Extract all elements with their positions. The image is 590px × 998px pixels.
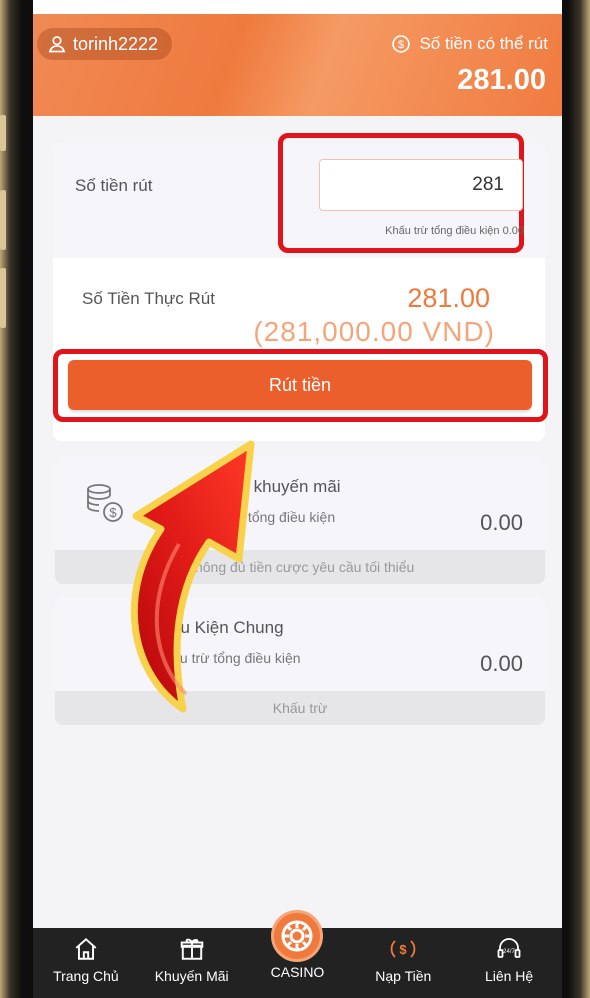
nav-item-label: Liên Hệ <box>484 968 534 984</box>
actual-withdraw-label: Số Tiền Thực Rút <box>82 289 215 308</box>
withdraw-amount-input[interactable] <box>319 159 523 211</box>
general-condition-value: 0.00 <box>480 651 523 676</box>
balance-value: 281.00 <box>457 64 546 96</box>
promo-condition-value: 0.00 <box>480 510 523 535</box>
svg-text:24/7: 24/7 <box>503 949 515 955</box>
balance-label-text: Số tiền có thể rút <box>419 34 548 53</box>
nav-item-label: CASINO <box>270 964 325 980</box>
phone-side-button <box>0 115 6 151</box>
username: torinh2222 <box>73 33 159 54</box>
account-header: torinh2222 $ Số tiền có thể rút 281.00 <box>33 14 562 116</box>
deposit-icon: $ <box>391 940 416 958</box>
balance-label: $ Số tiền có thể rút <box>391 34 548 54</box>
curved-arrow-icon <box>130 440 255 713</box>
casino-button-circle <box>271 910 324 962</box>
status-strip <box>33 0 562 14</box>
app-screen: torinh2222 $ Số tiền có thể rút 281.00 S… <box>33 0 562 998</box>
support-24-7-icon: 24/7 <box>497 938 521 958</box>
dollar-coin-icon: $ <box>392 35 411 53</box>
home-icon <box>75 937 97 960</box>
withdraw-button[interactable]: Rút tiền <box>68 360 532 410</box>
amount-label: Số tiền rút <box>75 176 153 195</box>
nav-item-label: Nạp Tiền <box>375 968 432 984</box>
svg-text:$: $ <box>400 942 408 957</box>
phone-volume-button <box>0 190 6 250</box>
actual-withdraw-amount: 281.00 <box>407 283 490 313</box>
nav-item-home[interactable]: Trang Chủ <box>33 928 139 998</box>
nav-item-label: Khuyến Mãi <box>154 968 229 984</box>
bottom-nav: Trang Chủ Khuyến Mãi CASINO $ Nạp Tiền 2… <box>33 910 562 998</box>
nav-item-promotions[interactable]: Khuyến Mãi <box>139 928 245 998</box>
user-icon <box>48 36 66 53</box>
phone-volume-button <box>0 268 6 328</box>
nav-item-contact[interactable]: 24/7 Liên Hệ <box>456 928 562 998</box>
casino-chip-icon <box>281 920 313 952</box>
actual-withdraw-vnd: (281,000.00 VND) <box>253 316 495 347</box>
nav-item-casino[interactable]: CASINO <box>245 910 351 998</box>
gift-icon <box>180 938 203 960</box>
user-pill[interactable]: torinh2222 <box>37 28 173 60</box>
nav-item-label: Trang Chủ <box>53 968 119 984</box>
deduct-note: Khấu trừ tổng điều kiện 0.00 <box>385 225 524 237</box>
svg-text:$: $ <box>398 39 404 51</box>
nav-item-deposit[interactable]: $ Nạp Tiền <box>350 928 456 998</box>
